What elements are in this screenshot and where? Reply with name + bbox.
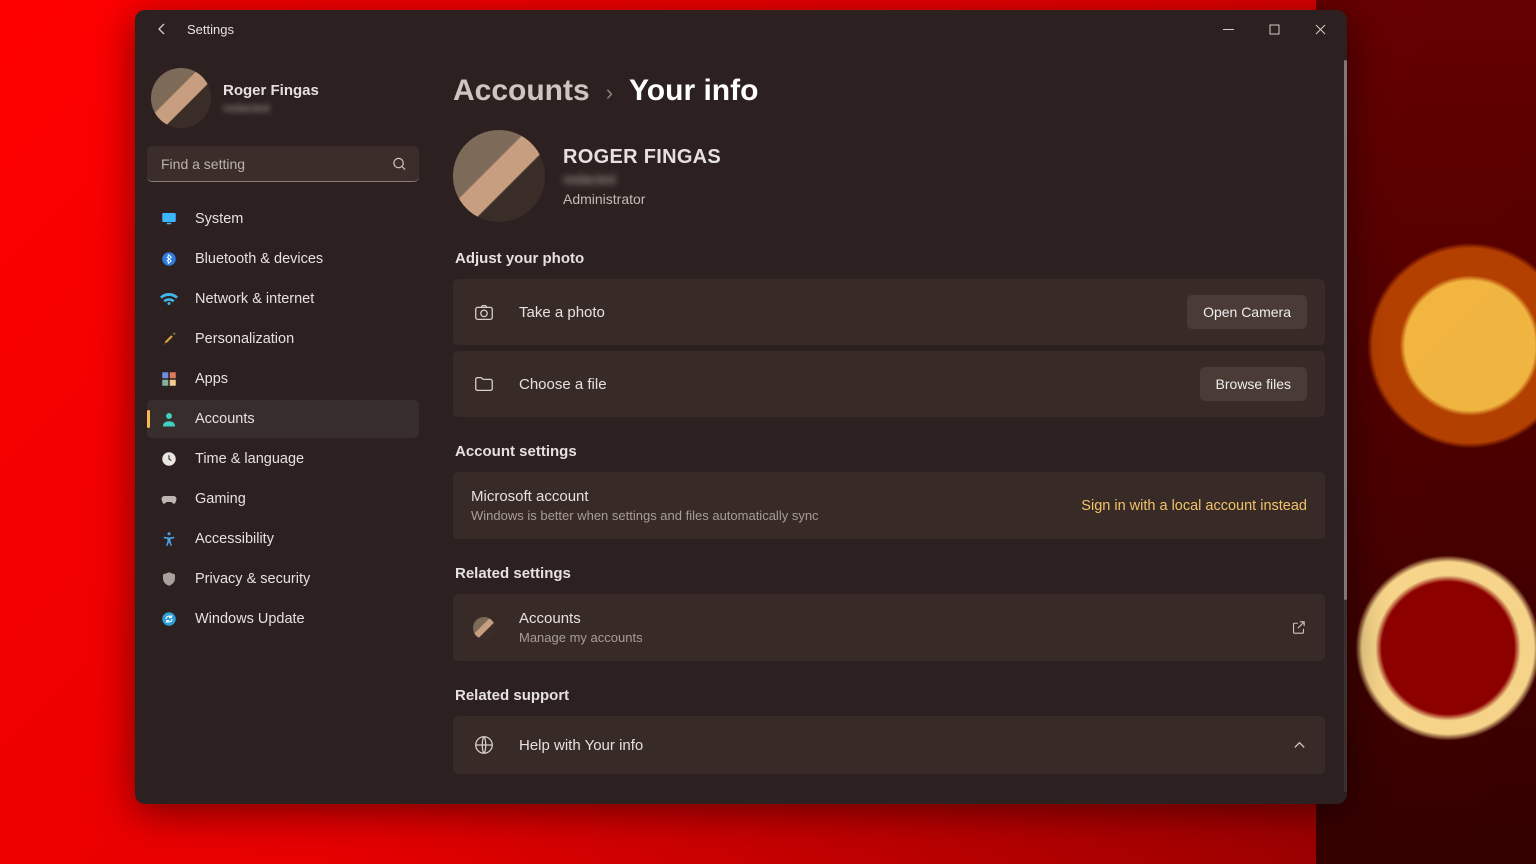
sidebar-item-network-internet[interactable]: Network & internet — [147, 280, 419, 318]
ms-account-title: Microsoft account — [471, 488, 1059, 505]
breadcrumb: Accounts › Your info — [453, 74, 1325, 108]
open-camera-button[interactable]: Open Camera — [1187, 295, 1307, 329]
related-accounts-sub: Manage my accounts — [519, 630, 1268, 645]
sidebar-item-privacy-security[interactable]: Privacy & security — [147, 560, 419, 598]
breadcrumb-current: Your info — [629, 74, 758, 108]
title-bar: Settings — [135, 10, 1347, 48]
gamepad-icon — [159, 489, 179, 509]
choose-file-label: Choose a file — [519, 376, 1178, 393]
section-title-adjust-photo: Adjust your photo — [455, 250, 1325, 267]
arrow-left-icon — [154, 21, 170, 37]
bluetooth-icon — [159, 249, 179, 269]
minimize-button[interactable] — [1205, 14, 1251, 44]
accounts-avatar-icon — [471, 615, 497, 641]
person-icon — [159, 409, 179, 429]
settings-window: Settings Roger Fingas redacted — [135, 10, 1347, 804]
take-photo-label: Take a photo — [519, 304, 1165, 321]
sidebar-item-label: Accounts — [195, 411, 255, 427]
close-button[interactable] — [1297, 14, 1343, 44]
maximize-button[interactable] — [1251, 14, 1297, 44]
sidebar-item-label: Personalization — [195, 331, 294, 347]
sidebar-item-label: Windows Update — [195, 611, 305, 627]
user-role: Administrator — [563, 191, 721, 207]
desktop-wallpaper — [1316, 0, 1536, 864]
chevron-up-icon — [1292, 738, 1307, 753]
related-accounts-title: Accounts — [519, 610, 1268, 627]
card-take-photo: Take a photo Open Camera — [453, 279, 1325, 345]
card-related-accounts[interactable]: Accounts Manage my accounts — [453, 594, 1325, 661]
user-email: redacted — [563, 172, 721, 187]
sidebar-item-apps[interactable]: Apps — [147, 360, 419, 398]
window-title: Settings — [187, 22, 234, 37]
sidebar-item-label: Gaming — [195, 491, 246, 507]
browse-files-button[interactable]: Browse files — [1200, 367, 1307, 401]
back-button[interactable] — [145, 12, 179, 46]
sidebar-item-label: Network & internet — [195, 291, 314, 307]
search-input[interactable] — [147, 146, 419, 182]
search-icon — [392, 157, 407, 172]
section-title-related-settings: Related settings — [455, 565, 1325, 582]
sidebar-item-bluetooth-devices[interactable]: Bluetooth & devices — [147, 240, 419, 278]
local-account-link[interactable]: Sign in with a local account instead — [1081, 498, 1307, 514]
section-title-account-settings: Account settings — [455, 443, 1325, 460]
minimize-icon — [1223, 24, 1234, 35]
breadcrumb-parent[interactable]: Accounts — [453, 74, 590, 108]
maximize-icon — [1269, 24, 1280, 35]
user-header: ROGER FINGAS redacted Administrator — [453, 130, 1325, 222]
update-icon — [159, 609, 179, 629]
sidebar-item-system[interactable]: System — [147, 200, 419, 238]
external-link-icon — [1290, 619, 1307, 636]
camera-icon — [471, 299, 497, 325]
clock-icon — [159, 449, 179, 469]
sidebar-item-accessibility[interactable]: Accessibility — [147, 520, 419, 558]
sidebar-nav: System Bluetooth & devices Network & inter… — [147, 200, 419, 638]
main-content: Accounts › Your info ROGER FINGAS redact… — [431, 48, 1347, 804]
sidebar-item-accounts[interactable]: Accounts — [147, 400, 419, 438]
sidebar: Roger Fingas redacted System Bluetooth & … — [135, 48, 431, 804]
ms-account-sub: Windows is better when settings and file… — [471, 508, 1059, 523]
sidebar-item-personalization[interactable]: Personalization — [147, 320, 419, 358]
globe-icon — [471, 732, 497, 758]
wifi-icon — [159, 289, 179, 309]
section-title-related-support: Related support — [455, 687, 1325, 704]
folder-icon — [471, 371, 497, 397]
accessibility-icon — [159, 529, 179, 549]
sidebar-item-label: Time & language — [195, 451, 304, 467]
sidebar-item-label: System — [195, 211, 243, 227]
card-help-your-info[interactable]: Help with Your info — [453, 716, 1325, 774]
close-icon — [1315, 24, 1326, 35]
help-your-info-label: Help with Your info — [519, 737, 1270, 754]
sidebar-item-time-language[interactable]: Time & language — [147, 440, 419, 478]
avatar — [151, 68, 211, 128]
monitor-icon — [159, 209, 179, 229]
user-display-name: ROGER FINGAS — [563, 146, 721, 169]
profile-name: Roger Fingas — [223, 82, 319, 99]
brush-icon — [159, 329, 179, 349]
sidebar-item-label: Privacy & security — [195, 571, 310, 587]
card-choose-file: Choose a file Browse files — [453, 351, 1325, 417]
sidebar-item-windows-update[interactable]: Windows Update — [147, 600, 419, 638]
sidebar-item-label: Apps — [195, 371, 228, 387]
search-box[interactable] — [147, 146, 419, 182]
avatar-large — [453, 130, 545, 222]
sidebar-item-gaming[interactable]: Gaming — [147, 480, 419, 518]
sidebar-item-label: Bluetooth & devices — [195, 251, 323, 267]
sidebar-item-label: Accessibility — [195, 531, 274, 547]
profile-email: redacted — [223, 101, 319, 115]
shield-icon — [159, 569, 179, 589]
breadcrumb-separator: › — [606, 80, 613, 106]
apps-icon — [159, 369, 179, 389]
card-microsoft-account: Microsoft account Windows is better when… — [453, 472, 1325, 539]
sidebar-profile[interactable]: Roger Fingas redacted — [147, 56, 419, 146]
scrollbar-thumb[interactable] — [1344, 60, 1347, 600]
